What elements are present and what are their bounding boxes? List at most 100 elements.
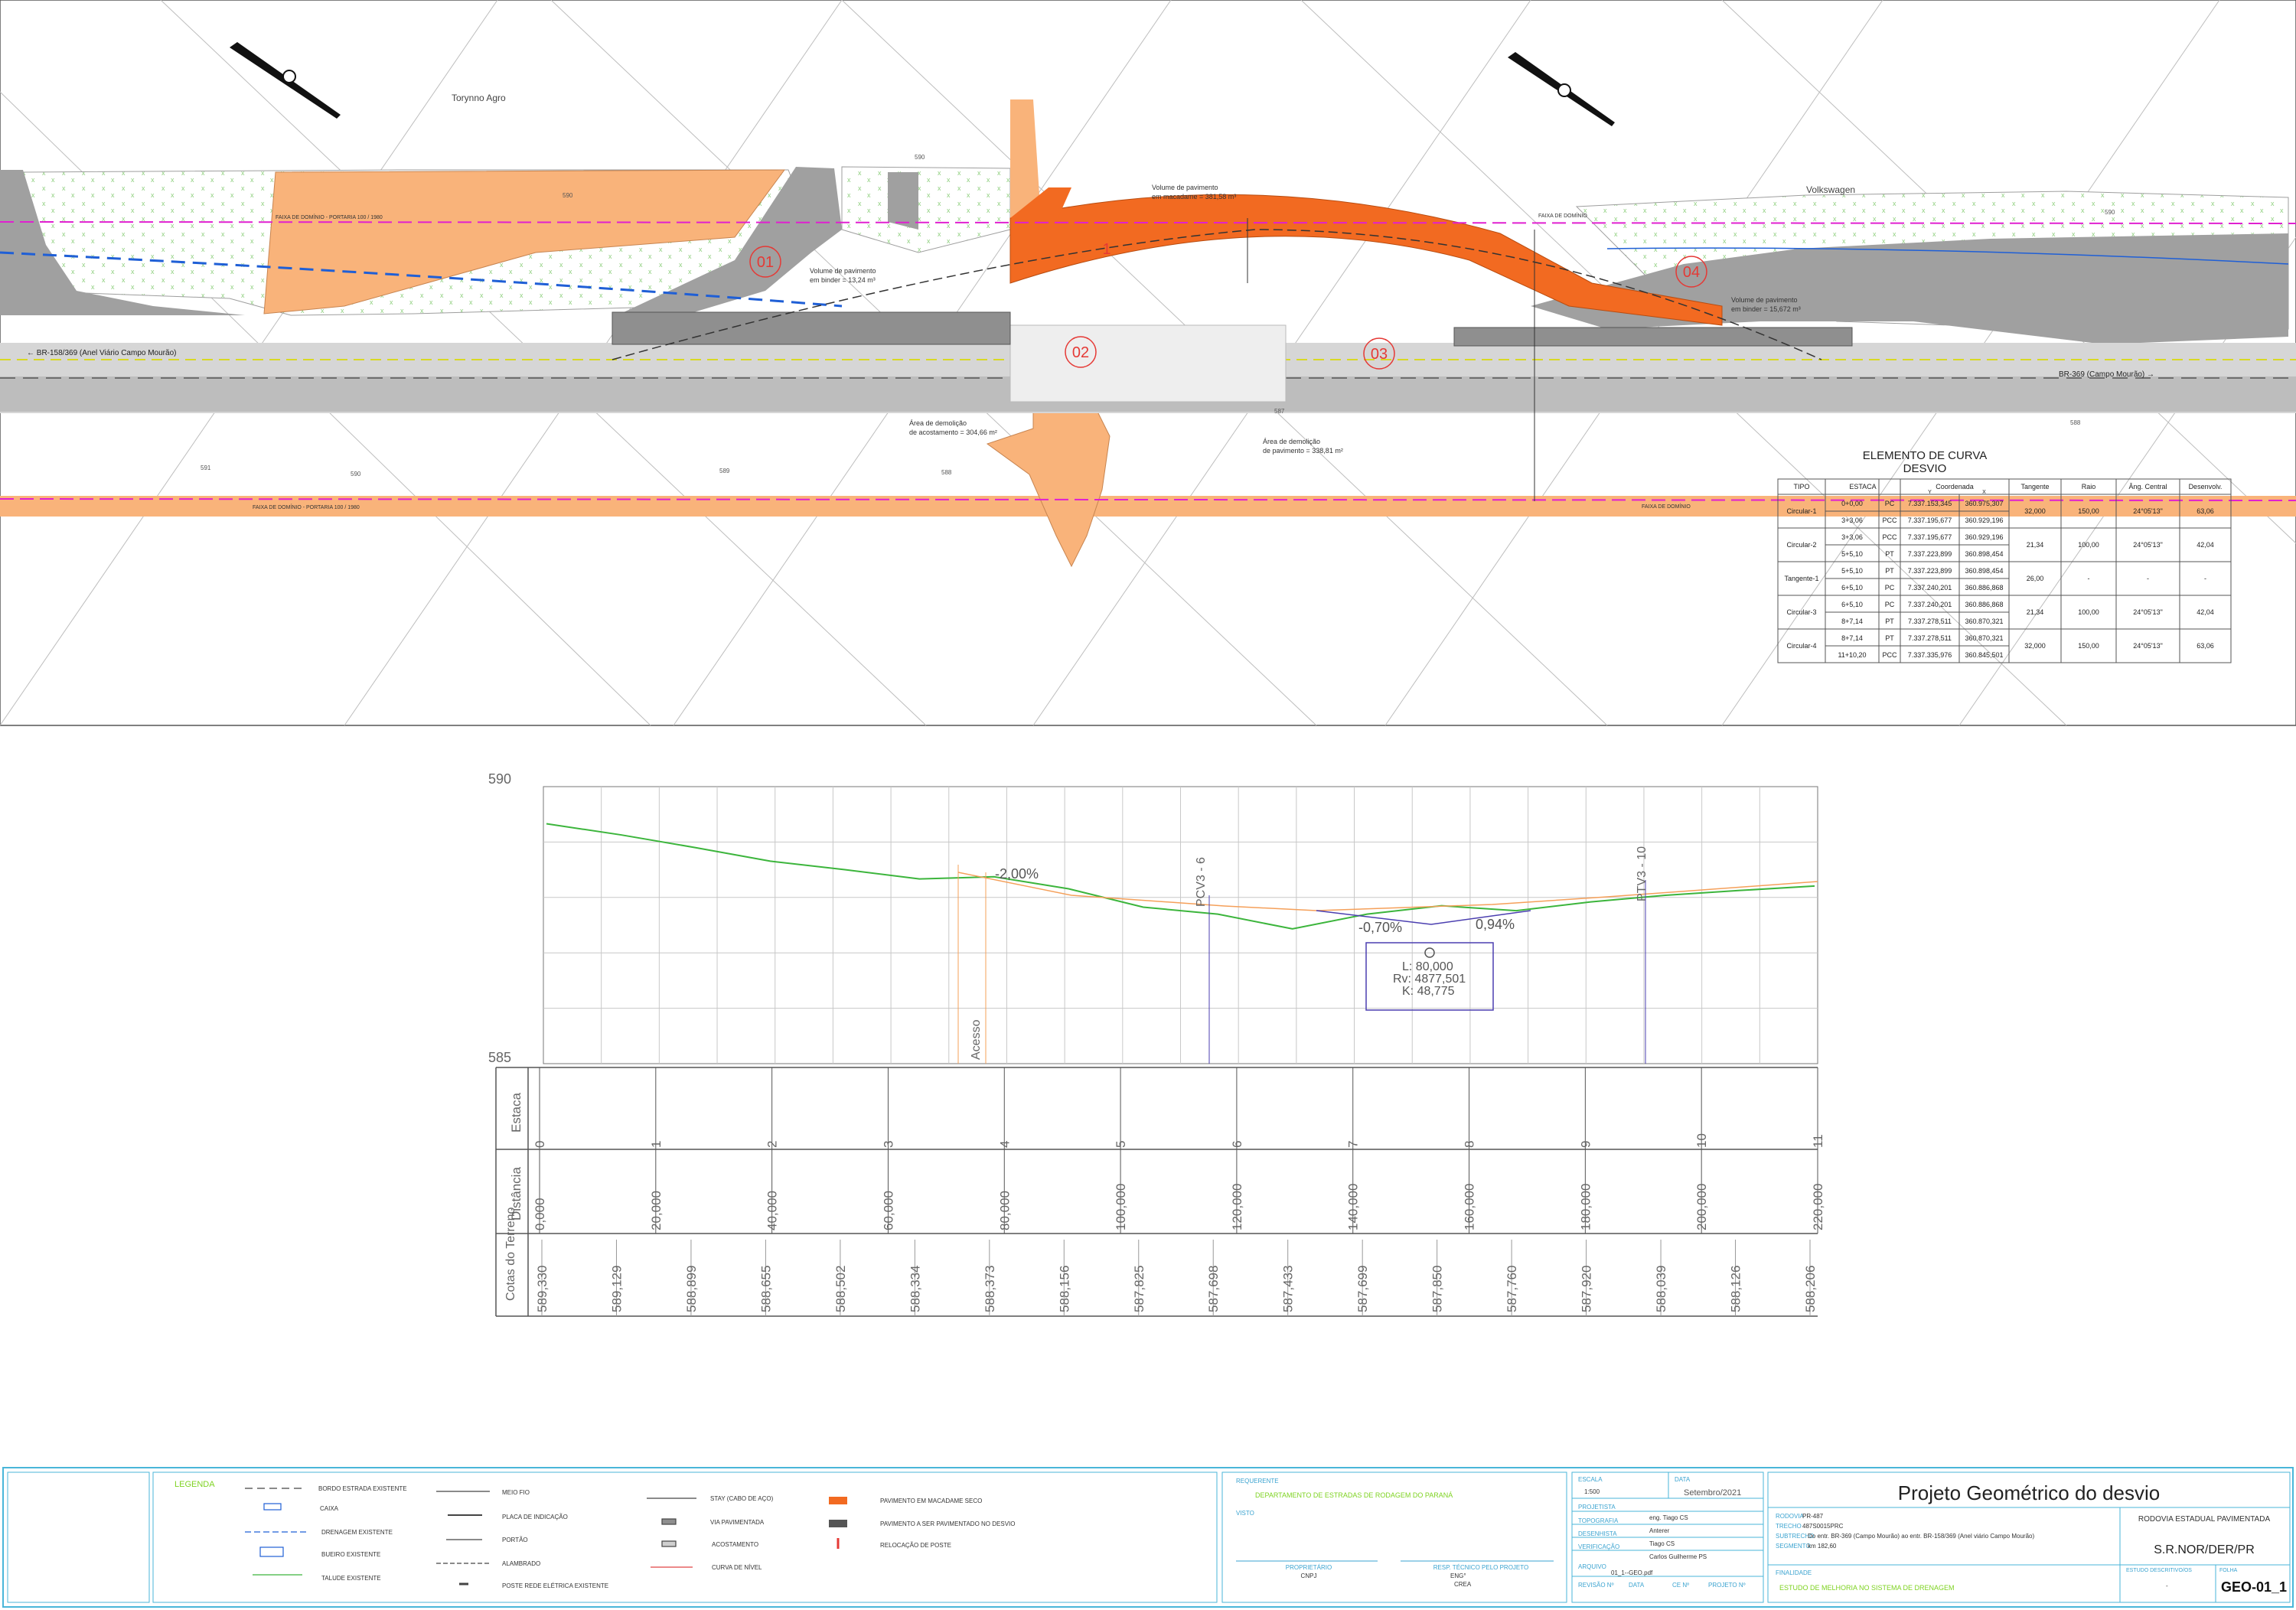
curve-table-subtitle: DESVIO [1903,462,1947,475]
legend-item: CURVA DE NÍVEL [712,1564,762,1571]
note-shoulder-2: de acostamento = 304,66 m² [909,429,997,436]
profile-y-top: 590 [488,771,511,787]
note-shoulder-1: Área de demolição [909,419,967,427]
curve-table-cell: 32,000 [2024,507,2046,515]
data-label: DATA [1675,1476,1691,1483]
pavement-to-pave-left [612,311,1011,345]
owner-right-label: Volkswagen [1806,184,1855,195]
curve-table-cell: 100,00 [2078,608,2099,616]
curve-table-cell: PCC [1882,651,1897,659]
profile-distancia: 0,000 [533,1198,547,1230]
folha-value: GEO-01_1 [2221,1579,2287,1595]
profile-cota: 588,899 [684,1266,699,1312]
desenhista-label: DESENHISTA [1578,1530,1617,1537]
curve-table-cell: Circular-4 [1786,642,1816,650]
profile-cota: 588,126 [1729,1266,1743,1312]
requerente-label: REQUERENTE [1236,1478,1279,1485]
curve-table-header: TIPO [1793,483,1809,490]
curve-table-cell: 360.975,307 [1965,500,2003,507]
owner-left-label: Torynno Agro [452,93,506,103]
profile-cota: 588,156 [1057,1266,1071,1312]
curve-table-cell: 21,34 [2027,541,2044,549]
curve-table-cell: PCC [1882,533,1897,541]
road-right-label: BR-369 (Campo Mourão) → [2059,370,2154,379]
escala-label: ESCALA [1578,1476,1603,1483]
verificacao-label: VERIFICAÇÃO [1578,1543,1619,1550]
curve-table-cell: 6+5,10 [1841,584,1863,592]
contour-label: 590 [2105,209,2115,216]
grade2-label: -0,70% [1358,920,1402,935]
curve-table-cell: Circular-3 [1786,608,1816,616]
legend-box [152,1471,1218,1603]
title-block: LEGENDA BORDO ESTRADA EXISTENTE CAIXA DR… [2,1467,2294,1608]
arquivo-label: ARQUIVO [1578,1563,1606,1570]
curve-table-header: Âng. Central [2128,483,2167,490]
curve-L: L: 80,000 [1402,960,1453,973]
profile-estaca: 10 [1694,1133,1709,1148]
profile-estaca: 4 [997,1141,1012,1148]
legend-item: POSTE REDE ELÉTRICA EXISTENTE [502,1582,608,1589]
legend-item: PLACA DE INDICAÇÃO [502,1514,568,1520]
profile-estaca: 8 [1463,1141,1477,1148]
curve-table-cell: 7.337.240,201 [1908,584,1952,592]
trecho-value: 487S0015PRC [1802,1523,1844,1530]
profile-estaca: 2 [765,1141,780,1148]
curve-table-cell: PT [1885,618,1894,625]
drawing-sheet: x x [0,0,2296,1608]
curve-table-cell: PT [1885,567,1894,575]
projeto-n-label: PROJETO Nº [1708,1582,1746,1589]
curve-table-cell: 24°05'13" [2133,541,2163,549]
gray-area-b [888,172,918,230]
note-binder-left-1: Volume de pavimento [810,267,876,275]
legend-item: DRENAGEM EXISTENTE [321,1529,393,1536]
profile-cota: 588,039 [1654,1266,1668,1312]
profile-distancia: 220,000 [1811,1184,1825,1230]
right-of-way-short-bottom: FAIXA DE DOMÍNIO [1642,503,1691,510]
curve-table-cell: 7.337.240,201 [1908,601,1952,608]
topografia-value: Anterer [1649,1527,1670,1534]
finalidade-value: ESTUDO DE MELHORIA NO SISTEMA DE DRENAGE… [1779,1584,1955,1592]
profile-estaca: 6 [1230,1141,1244,1148]
resp-line1: ENG° [1450,1573,1466,1579]
curve-table-cell: 360.929,196 [1965,533,2003,541]
access-label: Acesso [970,1019,983,1060]
curve-table-cell: 7.337.223,899 [1908,567,1952,575]
plan-view: 01 02 03 04 1 Torynno Agro Volkswagen ← … [0,0,2296,726]
curve-table-cell: 360.870,321 [1965,634,2003,642]
resp-line2: CREA [1454,1581,1472,1588]
legend-item: VIA PAVIMENTADA [710,1519,765,1526]
profile-estaca: 3 [881,1141,895,1148]
curve-table-cell: 63,06 [2197,507,2214,515]
grade3-label: 0,94% [1476,917,1515,932]
curve-Rv: Rv: 4877,501 [1393,973,1466,986]
curve-table-cell: 3+3,06 [1841,517,1863,524]
proprietario-value: CNPJ [1301,1573,1317,1579]
contour-label: 591 [201,464,211,471]
note-binder-right-2: em binder = 15,672 m³ [1731,305,1801,313]
verificacao-value: Carlos Guilherme PS [1649,1553,1707,1560]
curve-table-cell: 3+3,06 [1841,533,1863,541]
curve-table-cell: Tangente-1 [1784,575,1818,582]
curve-table-cell: 21,34 [2027,608,2044,616]
curve-table-cell: PC [1885,601,1895,608]
profile-y-bottom: 585 [488,1050,511,1065]
profile-cota: 587,433 [1281,1266,1296,1312]
profile-distancia: 80,000 [997,1191,1012,1230]
profile-cota: 587,920 [1580,1266,1594,1312]
row-label-cotas: Cotas do Terreno [504,1207,517,1301]
rodovia-value: PR-487 [1802,1513,1824,1520]
curve-table-cell: 360.886,868 [1965,601,2003,608]
profile-cota: 588,373 [983,1266,997,1312]
curve-table-cell: Circular-1 [1786,507,1816,515]
profile-distancia: 120,000 [1230,1184,1244,1230]
zone-label-04: 04 [1683,264,1700,281]
contour-label: 590 [563,192,573,199]
contour-label: 590 [351,471,361,477]
legend-item: STAY (CABO DE AÇO) [710,1495,774,1502]
descritivo-label: ESTUDO DESCRITIVO/OS [2126,1568,2192,1573]
curve-table-cell: 100,00 [2078,541,2099,549]
topografia-label: TOPOGRAFIA [1578,1517,1619,1524]
legend-item: PAVIMENTO EM MACADAME SECO [880,1498,982,1504]
curve-table-cell: 360.898,454 [1965,550,2003,558]
profile-distancia: 140,000 [1346,1184,1361,1230]
